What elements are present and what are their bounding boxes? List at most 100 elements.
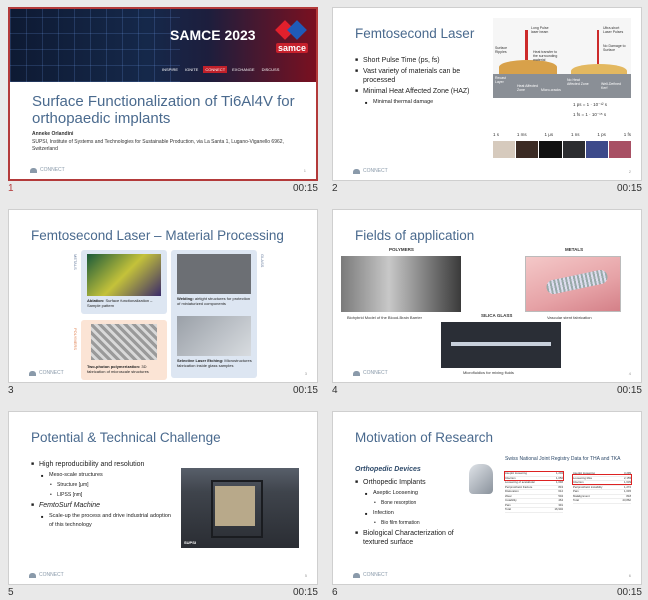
table-title: Swiss National Joint Registry Data for T… bbox=[505, 456, 621, 462]
bullet-list: Short Pulse Time (ps, fs) Vast variety o… bbox=[355, 56, 490, 108]
bullet-list: Orthopedic Implants Aseptic Loosening Bo… bbox=[355, 478, 475, 549]
molecule-image bbox=[585, 141, 608, 158]
nav-item: INSPIRE bbox=[162, 67, 179, 72]
ablation-panel: Ablation: Surface functionalization – Sa… bbox=[81, 250, 167, 314]
banner-nav: INSPIRE IGNITE CONNECT EXCHANGE DISCUSS bbox=[160, 66, 281, 73]
slide-timing: 00:15 bbox=[616, 183, 642, 194]
hip-implant-image bbox=[469, 464, 493, 494]
femtosurf-machine-image: SUPSI bbox=[181, 468, 299, 548]
microfluidic-chip-image bbox=[441, 322, 561, 368]
slide-canvas: Fields of application POLYMERS Biohybrid… bbox=[332, 209, 642, 383]
bullet-item: Orthopedic Implants bbox=[355, 478, 475, 487]
bullet-item: LIPSS [nm] bbox=[31, 491, 176, 500]
page-number: 6 bbox=[628, 573, 631, 578]
slide-timing: 00:15 bbox=[616, 385, 642, 396]
author-name: Anneke Orlandini bbox=[32, 131, 74, 137]
side-label: GLASS bbox=[260, 254, 265, 268]
slide-canvas: Femtosecond Laser – Material Processing … bbox=[8, 209, 318, 383]
atom-image bbox=[608, 141, 632, 158]
nav-item: CONNECT bbox=[203, 66, 228, 73]
image-caption: Biohybrid Model of the Blood-Brain Barri… bbox=[347, 315, 422, 320]
category-label: POLYMERS bbox=[389, 247, 414, 252]
slide-title: Fields of application bbox=[355, 228, 475, 243]
slide-number: 2 bbox=[332, 183, 338, 194]
bullet-item: Bio film formation bbox=[355, 519, 475, 528]
slide-title: Femtosecond Laser bbox=[355, 26, 475, 41]
slide-number: 4 bbox=[332, 385, 338, 396]
slide-timing: 00:15 bbox=[292, 183, 318, 194]
footer-logo: CONNECT bbox=[353, 572, 388, 578]
insect-image bbox=[516, 141, 539, 158]
timescale-label: 1 fs bbox=[623, 132, 631, 137]
glass-panel: Welding: airtight structures for protect… bbox=[171, 250, 257, 378]
slide-title: Femtosecond Laser – Material Processing bbox=[31, 228, 284, 243]
chip-image bbox=[562, 141, 585, 158]
slide-timing: 00:15 bbox=[292, 587, 318, 598]
page-number: 2 bbox=[628, 169, 631, 174]
nav-item: EXCHANGE bbox=[232, 67, 255, 72]
footer-logo: CONNECT bbox=[30, 167, 65, 173]
image-tag: SUPSI bbox=[184, 540, 197, 545]
eye-image bbox=[493, 141, 516, 158]
etching-image bbox=[177, 316, 251, 356]
footer-logo: CONNECT bbox=[29, 572, 64, 578]
bullet-item: Aseptic Loosening bbox=[355, 489, 475, 498]
category-label: SILICA GLASS bbox=[481, 313, 513, 318]
slide-thumbnail-1[interactable]: SAMCE 2023 samce INSPIRE IGNITE CONNECT … bbox=[0, 0, 324, 200]
affiliation: SUPSI, Institute of Systems and Technolo… bbox=[32, 139, 284, 152]
slide-title: Surface Functionalization of Ti6Al4V for… bbox=[32, 93, 295, 127]
slide-thumbnail-3[interactable]: Femtosecond Laser – Material Processing … bbox=[0, 202, 324, 402]
image-caption: Vascular stent fabrication bbox=[547, 315, 592, 320]
slide-thumbnail-4[interactable]: Fields of application POLYMERS Biohybrid… bbox=[324, 202, 648, 402]
welding-image bbox=[177, 254, 251, 294]
nav-item: DISCUSS bbox=[261, 67, 280, 72]
table-row: Total 16,904 bbox=[505, 507, 563, 513]
slide-thumbnail-5[interactable]: Potential & Technical Challenge High rep… bbox=[0, 404, 324, 600]
polymer-lattice-image bbox=[91, 324, 157, 360]
bullet-item: High reproducibility and resolution bbox=[31, 460, 176, 469]
nav-item: IGNITE bbox=[185, 67, 199, 72]
bullet-item: Structure [μm] bbox=[31, 481, 176, 490]
bullet-item: Vast variety of materials can be process… bbox=[355, 67, 490, 85]
polymerization-panel: Two-photon polymerization: 3D fabricatio… bbox=[81, 320, 167, 380]
bullet-item: Infection bbox=[355, 509, 475, 518]
slide-number: 6 bbox=[332, 587, 338, 598]
side-label: METALS bbox=[73, 254, 78, 270]
samce-logo: samce bbox=[272, 20, 310, 59]
slide-timing: 00:15 bbox=[616, 587, 642, 598]
bullet-item: Scale-up the process and drive industria… bbox=[31, 512, 176, 530]
particle-image bbox=[539, 141, 562, 158]
timescale-strip: 1 s 1 ms 1 μs 1 ns 1 ps 1 fs bbox=[493, 132, 632, 158]
slide-thumbnail-2[interactable]: Femtosecond Laser Short Pulse Time (ps, … bbox=[324, 0, 648, 200]
bullet-item: Bone resorption bbox=[355, 499, 475, 508]
page-number: 5 bbox=[304, 573, 307, 578]
stent-image bbox=[525, 256, 621, 312]
network-graphic bbox=[10, 9, 180, 82]
ablation-image bbox=[87, 254, 161, 296]
footer-logo: CONNECT bbox=[353, 168, 388, 174]
image-caption: Microfluidics for mixing fluids bbox=[463, 370, 514, 375]
footer-logo: CONNECT bbox=[353, 370, 388, 376]
page-number: 3 bbox=[304, 371, 307, 376]
slide-subtitle: Orthopedic Devices bbox=[355, 466, 421, 473]
timescale-label: 1 μs bbox=[544, 132, 554, 137]
timescale-label: 1 ps bbox=[597, 132, 606, 137]
slide-thumbnail-6[interactable]: Motivation of Research Orthopedic Device… bbox=[324, 404, 648, 600]
category-label: METALS bbox=[565, 247, 584, 252]
page-number: 1 bbox=[303, 168, 306, 173]
bullet-item: Biological Characterization of textured … bbox=[355, 529, 475, 547]
equation: 1 fs = 1 · 10⁻¹⁵ s bbox=[573, 112, 607, 117]
slide-number: 5 bbox=[8, 587, 14, 598]
slide-canvas: SAMCE 2023 samce INSPIRE IGNITE CONNECT … bbox=[8, 7, 318, 181]
highlight-box bbox=[504, 471, 564, 481]
footer-logo: CONNECT bbox=[29, 370, 64, 376]
slide-canvas: Motivation of Research Orthopedic Device… bbox=[332, 411, 642, 585]
bullet-item: Minimal Heat Affected Zone (HAZ) bbox=[355, 87, 490, 96]
title-banner: SAMCE 2023 samce INSPIRE IGNITE CONNECT … bbox=[10, 9, 316, 82]
side-label: POLYMERS bbox=[73, 328, 78, 350]
slide-number: 1 bbox=[8, 183, 14, 194]
timescale-label: 1 ms bbox=[516, 132, 527, 137]
slide-canvas: Potential & Technical Challenge High rep… bbox=[8, 411, 318, 585]
timescale-label: 1 ns bbox=[570, 132, 580, 137]
laser-pulse-diagram: Surface Ripples Long Pulse laser beam He… bbox=[493, 18, 631, 98]
